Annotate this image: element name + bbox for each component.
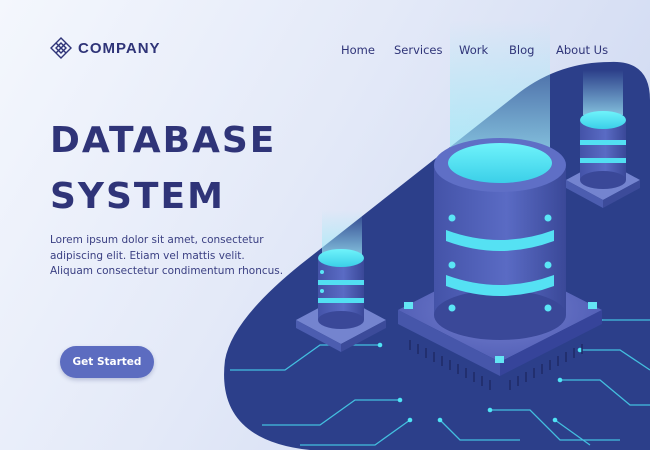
light-beam [450,20,550,150]
nav-item-services[interactable]: Services [394,43,443,57]
light-beam [583,70,623,115]
database-illustration [224,20,650,450]
diamond-grid-icon [50,37,72,59]
nav-item-blog[interactable]: Blog [509,43,534,57]
brand-name: COMPANY [78,39,161,57]
nav-item-work[interactable]: Work [459,43,488,57]
hero-description: Lorem ipsum dolor sit amet, consectetur … [50,233,310,280]
description-line: Lorem ipsum dolor sit amet, consectetur [50,234,264,246]
title-line-1: DATABASE [50,120,277,161]
nav-item-home[interactable]: Home [341,43,375,57]
get-started-button[interactable]: Get Started [60,346,154,378]
page-title: DATABASE SYSTEM [50,113,276,225]
description-line: adipiscing elit. Etiam vel mattis velit. [50,249,245,262]
nav-item-about-us[interactable]: About Us [556,43,608,57]
light-beam [322,210,362,255]
brand-logo[interactable]: COMPANY [50,37,161,59]
description-line: Aliquam consectetur condimentum rhoncus. [50,265,284,277]
title-line-2: SYSTEM [50,176,225,217]
